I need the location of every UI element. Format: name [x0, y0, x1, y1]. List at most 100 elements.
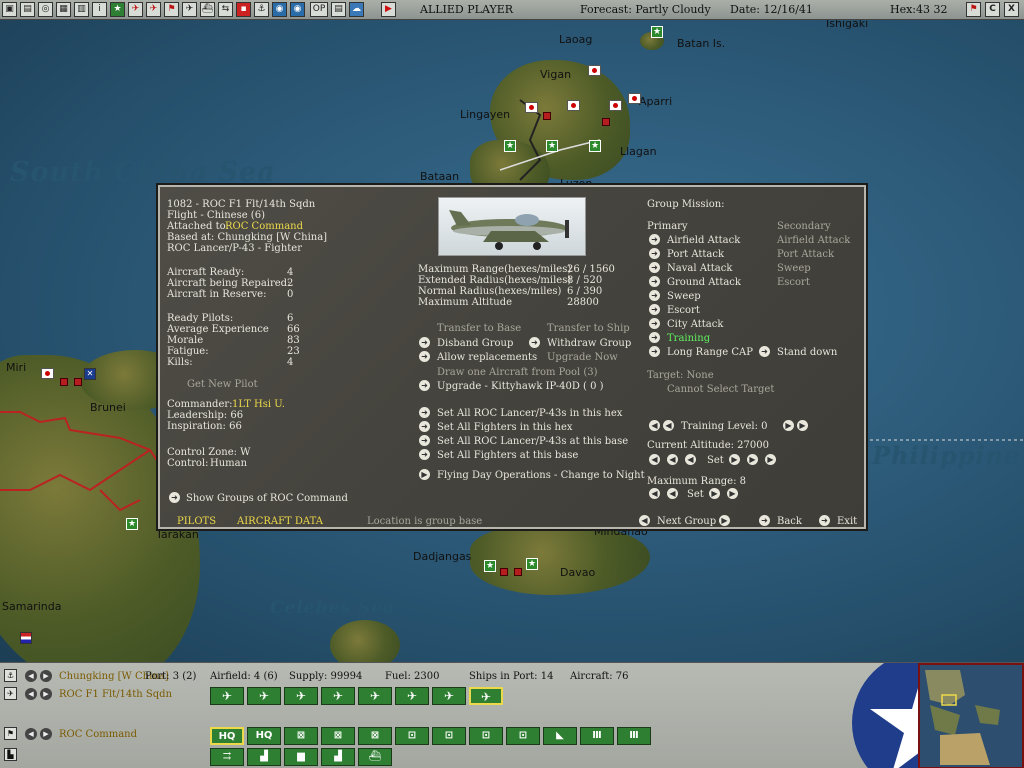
- facility-icon[interactable]: ▟: [247, 748, 281, 766]
- japanese-unit-icon[interactable]: [543, 112, 551, 120]
- arrow-right-icon[interactable]: ➜: [649, 332, 660, 343]
- allow-replacements-button[interactable]: Allow replacements: [437, 352, 537, 363]
- boat-icon[interactable]: ⚓: [254, 2, 269, 17]
- map-icon[interactable]: ▤: [331, 2, 346, 17]
- arrow-right-icon[interactable]: ➜: [649, 318, 660, 329]
- flag-icon[interactable]: ⚑: [966, 2, 981, 17]
- arrow-right-icon[interactable]: ➜: [649, 262, 660, 273]
- mission-secondary-item[interactable]: Airfield Attack: [777, 235, 850, 246]
- arrow-right-icon[interactable]: ➜: [419, 421, 430, 432]
- plane-flight-icon[interactable]: ✈: [182, 2, 197, 17]
- tab-pilots[interactable]: PILOTS: [177, 516, 216, 527]
- decrease-small-icon[interactable]: ◀: [685, 454, 696, 465]
- infantry-unit-icon[interactable]: ⊠: [358, 727, 392, 745]
- upgrade-now-button[interactable]: Upgrade Now: [547, 352, 618, 363]
- mission-primary-item[interactable]: Sweep: [667, 291, 701, 302]
- star-icon[interactable]: ★: [110, 2, 125, 17]
- arrow-right-icon[interactable]: ➜: [419, 351, 430, 362]
- arrow-right-icon[interactable]: ▶: [419, 469, 430, 480]
- fighter-group-icon[interactable]: ✈: [210, 687, 244, 705]
- arrow-right-icon[interactable]: ➜: [419, 449, 430, 460]
- stand-down-button[interactable]: Stand down: [777, 347, 837, 358]
- mission-primary-item[interactable]: Naval Attack: [667, 263, 732, 274]
- bomber-group-icon[interactable]: ✈: [432, 687, 466, 705]
- japanese-flag-icon[interactable]: [628, 93, 641, 104]
- increase-fast-icon[interactable]: ▶: [765, 454, 776, 465]
- mission-primary-item[interactable]: Airfield Attack: [667, 235, 740, 246]
- next-command-icon[interactable]: ▶: [40, 728, 52, 740]
- engineer-unit-icon[interactable]: Ⅲ: [617, 727, 651, 745]
- c-button[interactable]: C: [985, 2, 1000, 17]
- aircraft-icon[interactable]: ✈: [128, 2, 143, 17]
- increase-fast-icon[interactable]: ▶: [797, 420, 808, 431]
- flying-day-ops-button[interactable]: Flying Day Operations - Change to Night: [437, 470, 645, 481]
- mission-primary-item[interactable]: Port Attack: [667, 249, 724, 260]
- base-unit-icon[interactable]: ⊡: [469, 727, 503, 745]
- infantry-unit-icon[interactable]: ⊠: [321, 727, 355, 745]
- allied-unit-icon[interactable]: ★: [126, 518, 138, 530]
- decrease-icon[interactable]: ◀: [667, 454, 678, 465]
- report-icon[interactable]: ◎: [38, 2, 53, 17]
- arrow-right-icon[interactable]: ➜: [419, 380, 430, 391]
- bomber-group-icon[interactable]: ✈: [395, 687, 429, 705]
- arrow-right-icon[interactable]: ➜: [759, 515, 770, 526]
- set-all-base-fighters-button[interactable]: Set All Fighters at this base: [437, 450, 578, 461]
- arrow-right-icon[interactable]: ➜: [649, 248, 660, 259]
- japanese-unit-icon[interactable]: [602, 118, 610, 126]
- transfer-ship-button[interactable]: Transfer to Ship: [547, 323, 630, 334]
- plane-icon[interactable]: ✈: [4, 687, 17, 700]
- transfer-base-button[interactable]: Transfer to Base: [437, 323, 521, 334]
- bomber-group-icon[interactable]: ✈: [284, 687, 318, 705]
- arrow-right-icon[interactable]: ➜: [649, 276, 660, 287]
- artillery-unit-icon[interactable]: ◣: [543, 727, 577, 745]
- play-icon[interactable]: ▶: [381, 2, 396, 17]
- mission-secondary-item[interactable]: Sweep: [777, 263, 811, 274]
- decrease-fast-icon[interactable]: ◀: [649, 420, 660, 431]
- group-name-link[interactable]: ROC F1 Flt/14th Sqdn: [59, 689, 172, 700]
- arrow-right-icon[interactable]: ➜: [819, 515, 830, 526]
- engineer-unit-icon[interactable]: Ⅲ: [580, 727, 614, 745]
- japanese-unit-icon[interactable]: [60, 378, 68, 386]
- japanese-unit-icon[interactable]: [74, 378, 82, 386]
- base-unit-icon[interactable]: ⊡: [395, 727, 429, 745]
- building-icon[interactable]: ▙: [4, 748, 17, 761]
- mission-secondary-item[interactable]: Port Attack: [777, 249, 834, 260]
- prev-group-icon[interactable]: ◀: [25, 688, 37, 700]
- minimap[interactable]: [918, 663, 1024, 768]
- show-groups-button[interactable]: Show Groups of ROC Command: [186, 493, 348, 504]
- close-icon[interactable]: X: [1004, 2, 1019, 17]
- hq-unit-icon[interactable]: HQ: [210, 727, 244, 745]
- draw-aircraft-button[interactable]: Draw one Aircraft from Pool (3): [437, 367, 598, 378]
- upgrade-aircraft-button[interactable]: Upgrade - Kittyhawk IP-40D ( 0 ): [437, 381, 604, 392]
- allied-unit-icon[interactable]: ★: [589, 140, 601, 152]
- op-button[interactable]: OP: [310, 2, 328, 17]
- back-button[interactable]: Back: [777, 516, 802, 527]
- mission-primary-item[interactable]: Escort: [667, 305, 700, 316]
- japanese-flag-icon[interactable]: [588, 65, 601, 76]
- allied-unit-icon[interactable]: ★: [651, 26, 663, 38]
- japanese-flag-icon[interactable]: [609, 100, 622, 111]
- hq-unit-icon[interactable]: HQ: [247, 727, 281, 745]
- globe2-icon[interactable]: ◉: [290, 2, 305, 17]
- japanese-unit-icon[interactable]: [500, 568, 508, 576]
- decrease-fast-icon[interactable]: ◀: [649, 488, 660, 499]
- mission-secondary-item[interactable]: Escort: [777, 277, 810, 288]
- arrow-right-icon[interactable]: ➜: [169, 492, 180, 503]
- commander-link[interactable]: 1LT Hsi U.: [232, 399, 285, 410]
- allied-unit-icon[interactable]: ★: [484, 560, 496, 572]
- infantry-unit-icon[interactable]: ⊠: [284, 727, 318, 745]
- arrow-right-icon[interactable]: ➜: [419, 435, 430, 446]
- withdraw-group-button[interactable]: Withdraw Group: [547, 338, 631, 349]
- japanese-unit-icon[interactable]: [514, 568, 522, 576]
- increase-fast-icon[interactable]: ▶: [727, 488, 738, 499]
- document-icon[interactable]: ▤: [20, 2, 35, 17]
- japanese-flag-icon[interactable]: [567, 100, 580, 111]
- range-set-label[interactable]: Set: [687, 489, 704, 500]
- bomber-group-icon[interactable]: ✈: [358, 687, 392, 705]
- arrow-right-icon[interactable]: ➜: [649, 290, 660, 301]
- altitude-set-label[interactable]: Set: [707, 455, 724, 466]
- increase-icon[interactable]: ▶: [709, 488, 720, 499]
- set-all-hex-type-button[interactable]: Set All ROC Lancer/P-43s in this hex: [437, 408, 622, 419]
- tab-aircraft-data[interactable]: AIRCRAFT DATA: [237, 516, 323, 527]
- increase-icon[interactable]: ▶: [747, 454, 758, 465]
